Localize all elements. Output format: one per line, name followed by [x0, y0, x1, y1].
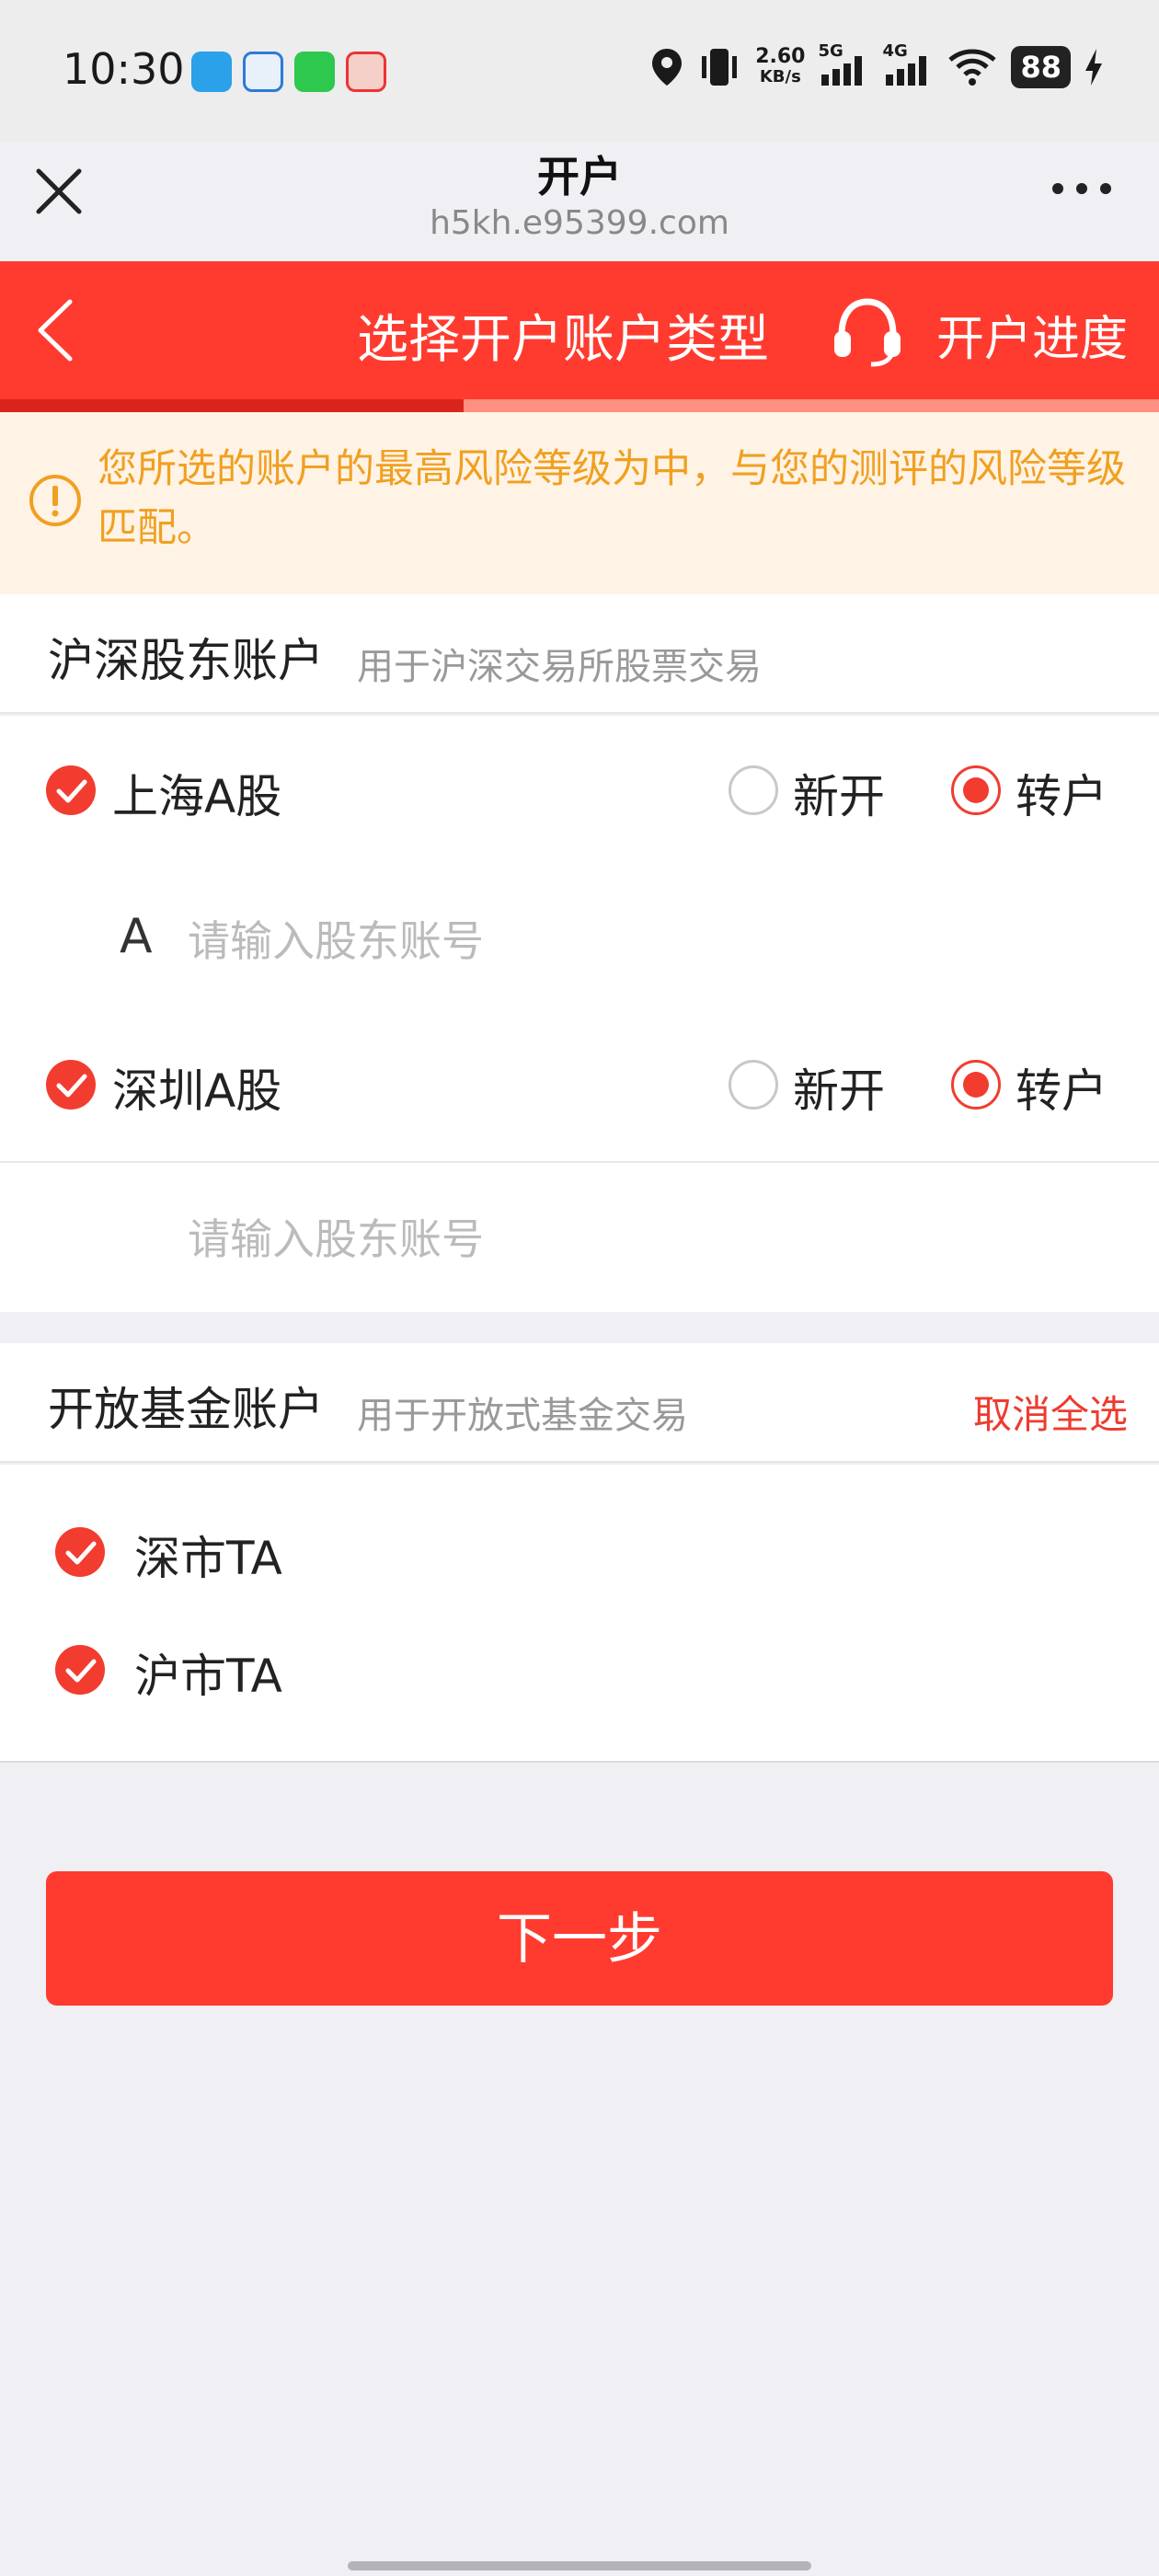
- battery-indicator: 88: [1011, 46, 1071, 88]
- next-step-button[interactable]: 下一步: [46, 1871, 1113, 2006]
- shenshi-ta-label: 深市TA: [134, 1532, 282, 1585]
- shanghai-account-input[interactable]: [188, 909, 832, 973]
- app-notification-icon: [243, 52, 283, 92]
- progress-link[interactable]: 开户进度: [936, 300, 1128, 369]
- status-right: 2.60 KB/s 5G 4G 88: [650, 41, 1104, 88]
- signal-bars-icon: [886, 56, 927, 86]
- phone-app-icon: [294, 52, 335, 92]
- wifi-icon: [948, 49, 997, 86]
- shenshi-ta-checkbox[interactable]: [55, 1527, 105, 1577]
- fund-account-panel: 深市TA 沪市TA: [0, 1465, 1159, 1763]
- home-indicator[interactable]: [348, 2561, 811, 2570]
- telegram-app-icon: [191, 52, 232, 92]
- signal-5g: 5G: [818, 41, 869, 87]
- step-progress-bar: [0, 399, 1159, 412]
- shanghai-a-label: 上海A股: [112, 770, 282, 823]
- deselect-all-link[interactable]: 取消全选: [973, 1384, 1128, 1440]
- step-progress-fill: [0, 399, 464, 412]
- browser-title: 开户: [537, 152, 622, 201]
- shenzhen-account-input[interactable]: [188, 1207, 832, 1271]
- check-icon: [65, 1541, 97, 1565]
- status-bar: 10:30 2.60 KB/s 5G 4G 88: [0, 0, 1159, 143]
- net-speed: 2.60 KB/s: [755, 47, 805, 87]
- risk-notice: 您所选的账户的最高风险等级为中，与您的测评的风险等级匹配。: [0, 412, 1159, 594]
- page-header: 选择开户账户类型 开户进度: [0, 261, 1159, 399]
- stock-account-panel: 上海A股 新开 转户 A 深圳A股 新开 转户: [0, 716, 1159, 1312]
- shanghai-new-radio[interactable]: [729, 765, 778, 815]
- shanghai-account-prefix: A: [120, 909, 153, 964]
- fund-section-header: 开放基金账户 用于开放式基金交易 取消全选: [0, 1343, 1159, 1463]
- section-desc: 用于沪深交易所股票交易: [357, 646, 762, 688]
- check-icon: [56, 779, 87, 803]
- shenzhen-a-checkbox[interactable]: [46, 1060, 96, 1110]
- shanghai-a-checkbox[interactable]: [46, 765, 96, 815]
- notice-text: 您所选的账户的最高风险等级为中，与您的测评的风险等级匹配。: [98, 446, 1126, 551]
- shenzhen-a-label: 深圳A股: [112, 1064, 282, 1118]
- section-desc: 用于开放式基金交易: [357, 1395, 688, 1437]
- charging-icon: [1085, 49, 1102, 86]
- shanghai-new-label[interactable]: 新开: [793, 760, 885, 826]
- signal-4g: 4G: [882, 41, 934, 87]
- shenzhen-new-radio[interactable]: [729, 1060, 778, 1110]
- check-icon: [56, 1074, 87, 1098]
- page-title: 选择开户账户类型: [357, 310, 769, 370]
- stock-section-header: 沪深股东账户 用于沪深交易所股票交易: [0, 594, 1159, 714]
- check-icon: [65, 1659, 97, 1683]
- shenzhen-transfer-label[interactable]: 转户: [1016, 1054, 1107, 1121]
- shanghai-transfer-radio[interactable]: [951, 765, 1001, 815]
- shanghai-transfer-label[interactable]: 转户: [1016, 760, 1107, 826]
- vibrate-icon: [702, 49, 738, 86]
- signal-bars-icon: [821, 56, 863, 86]
- section-title: 开放基金账户: [48, 1383, 324, 1436]
- more-icon[interactable]: [1049, 175, 1115, 202]
- headset-icon[interactable]: [831, 294, 904, 368]
- game-app-icon: [346, 52, 386, 92]
- shenzhen-transfer-radio[interactable]: [951, 1060, 1001, 1110]
- hushi-ta-checkbox[interactable]: [55, 1645, 105, 1695]
- shenzhen-new-label[interactable]: 新开: [793, 1054, 885, 1121]
- hushi-ta-label: 沪市TA: [134, 1650, 282, 1703]
- location-icon: [652, 49, 683, 86]
- section-title: 沪深股东账户: [48, 634, 324, 687]
- notification-icons: [191, 52, 386, 92]
- net-speed-unit: KB/s: [759, 67, 801, 86]
- back-icon[interactable]: [33, 298, 79, 362]
- net-speed-value: 2.60: [755, 45, 806, 68]
- status-time: 10:30: [63, 44, 185, 94]
- divider: [0, 1161, 1159, 1163]
- browser-url: h5kh.e95399.com: [430, 204, 729, 242]
- warning-icon: [29, 475, 81, 526]
